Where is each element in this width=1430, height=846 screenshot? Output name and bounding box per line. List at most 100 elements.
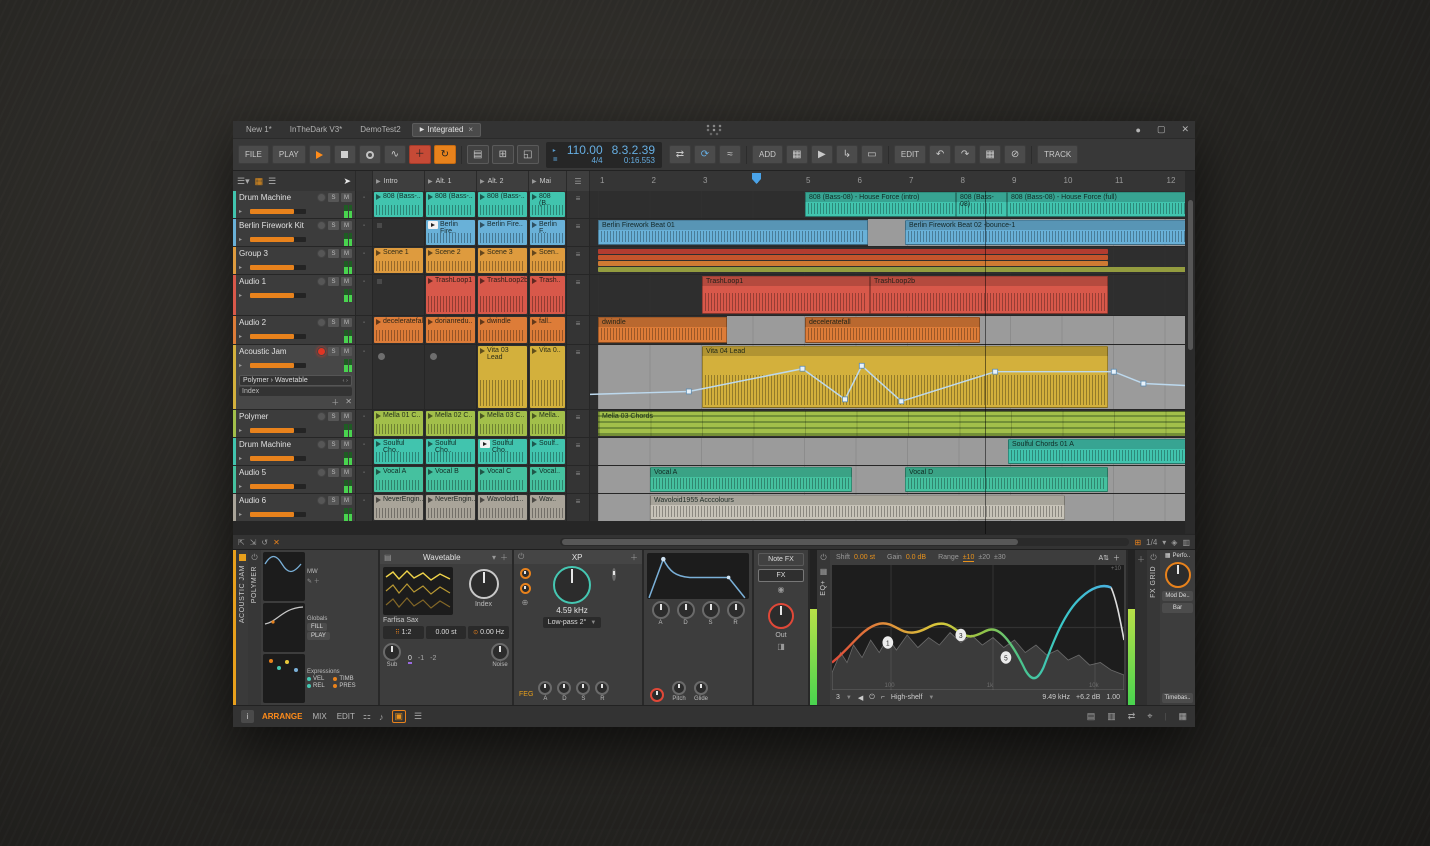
launcher-overdub-cell[interactable]: ≡ bbox=[567, 191, 589, 218]
resonance-knob[interactable] bbox=[612, 568, 616, 581]
launcher-cell[interactable]: Soulful Cho.. bbox=[477, 438, 528, 465]
automation-point[interactable] bbox=[800, 366, 805, 371]
record-arm-button[interactable] bbox=[317, 318, 326, 327]
band-q-value[interactable]: 1.00 bbox=[1106, 694, 1120, 701]
mute-button[interactable]: M bbox=[341, 277, 352, 286]
mute-button[interactable]: M bbox=[341, 221, 352, 230]
auto-zoom-icon[interactable]: ⊞ bbox=[1134, 538, 1141, 547]
arranger-lane[interactable]: dwindledeceleratefall bbox=[590, 316, 1185, 344]
arranger-lane[interactable] bbox=[590, 247, 1185, 274]
clip-stop-button[interactable]: ▪ bbox=[356, 345, 372, 409]
launcher-clip[interactable]: NeverEngin.. bbox=[374, 495, 423, 520]
launcher-cell[interactable]: Scene 1 bbox=[373, 247, 424, 274]
play-button[interactable] bbox=[309, 145, 331, 164]
wavetable-title[interactable]: Wavetable bbox=[396, 553, 488, 562]
arranger-clip[interactable]: Vocal D bbox=[905, 467, 1108, 492]
device-chain-selector[interactable]: Polymer › Wavetable‹ › bbox=[239, 375, 352, 386]
grid-caret-icon[interactable]: ▾ bbox=[1162, 538, 1166, 547]
arranger-clip[interactable]: deceleratefall bbox=[805, 317, 980, 343]
launcher-overdub-cell[interactable]: ≡ bbox=[567, 219, 589, 246]
launcher-cell[interactable]: Trash.. bbox=[529, 275, 566, 315]
track-name[interactable]: Audio 5 bbox=[239, 468, 315, 477]
clip-stop-button[interactable]: ▪ bbox=[356, 410, 372, 437]
footer-tab-arrange[interactable]: ARRANGE bbox=[262, 712, 302, 721]
solo-button[interactable]: S bbox=[328, 347, 339, 356]
freq-cell[interactable]: ⊙0.00 Hz bbox=[468, 626, 509, 639]
track-header[interactable]: Audio 5SM▸ bbox=[233, 466, 355, 493]
arranger-clip[interactable]: TrashLoop1 bbox=[702, 276, 870, 314]
collapse-tracks-icon[interactable]: ⇱ bbox=[238, 538, 245, 547]
launcher-cell[interactable] bbox=[373, 345, 424, 409]
solo-button[interactable]: S bbox=[328, 318, 339, 327]
launcher-clip[interactable]: Mella 02 C.. bbox=[426, 411, 475, 436]
feg-knob[interactable]: R bbox=[595, 681, 609, 702]
launcher-clip[interactable]: Berlin F.. bbox=[530, 220, 565, 245]
footer-tab-mix[interactable]: MIX bbox=[312, 712, 326, 721]
launcher-cell[interactable]: Berlin Fire.. bbox=[425, 219, 476, 246]
fxgrid-macro-button[interactable]: Bar bbox=[1162, 603, 1193, 613]
add-device-icon[interactable]: ＋ bbox=[331, 397, 339, 408]
launcher-cell[interactable]: Scene 2 bbox=[425, 247, 476, 274]
launcher-overdub-cell[interactable]: ≡ bbox=[567, 494, 589, 521]
clip-stop-button[interactable]: ▪ bbox=[356, 275, 372, 315]
launcher-cell[interactable]: TrashLoop2b bbox=[477, 275, 528, 315]
add-button[interactable]: ADD bbox=[752, 145, 783, 164]
clip-stop-button[interactable]: ▪ bbox=[356, 438, 372, 465]
launcher-clip[interactable]: dorianredu.. bbox=[426, 317, 475, 343]
visibility-icon[interactable]: ◉ bbox=[778, 585, 785, 594]
track-header[interactable]: Acoustic JamSM▸Polymer › Wavetable‹ ›Ind… bbox=[233, 345, 355, 409]
scene-play-icon[interactable]: ▶ bbox=[532, 178, 537, 185]
scene-header[interactable]: ▶Mai bbox=[529, 171, 566, 191]
group-lane-clip[interactable] bbox=[598, 255, 1108, 260]
eq-range-option[interactable]: ±10 bbox=[963, 554, 975, 562]
modulator-row-mw[interactable]: MW ✎ ＋ bbox=[263, 552, 376, 601]
punch-in-out-button[interactable]: ≈ bbox=[719, 145, 741, 164]
band-type-caret-icon[interactable]: ▼ bbox=[928, 695, 934, 701]
close-launcher-icon[interactable]: ✕ bbox=[273, 538, 280, 547]
record-arm-button[interactable] bbox=[317, 221, 326, 230]
octave-option[interactable]: 0 bbox=[408, 655, 412, 664]
eq-power-icon[interactable]: ⏻ bbox=[820, 553, 826, 563]
launcher-clip[interactable]: Vocal B bbox=[426, 467, 475, 492]
undo-button[interactable]: ↶ bbox=[929, 145, 951, 164]
eq-band-index[interactable]: 3 bbox=[836, 694, 840, 701]
arranger-clip[interactable]: Wavoloid1955 Acccolours bbox=[650, 495, 1065, 520]
scene-header[interactable]: ▶Alt. 2 bbox=[477, 171, 528, 191]
launcher-cell[interactable]: dorianredu.. bbox=[425, 316, 476, 344]
launcher-overdub-cell[interactable]: ≡ bbox=[567, 316, 589, 344]
track-name[interactable]: Audio 2 bbox=[239, 318, 315, 327]
track-header[interactable]: PolymerSM▸ bbox=[233, 410, 355, 437]
add-instrument-button[interactable]: ▦ bbox=[786, 145, 808, 164]
clip-stop-button[interactable]: ▪ bbox=[356, 494, 372, 521]
io-panel-icon[interactable]: ⚏ bbox=[363, 711, 371, 722]
track-header[interactable]: Berlin Firework KitSM▸ bbox=[233, 219, 355, 246]
group-lane-clip[interactable] bbox=[598, 249, 1108, 254]
launcher-clip[interactable]: Soulful Cho.. bbox=[426, 439, 475, 464]
automation-write-button[interactable]: ∿ bbox=[384, 145, 406, 164]
record-button[interactable] bbox=[359, 145, 381, 164]
launcher-clip[interactable]: dwindle bbox=[478, 317, 527, 343]
eq-add-band-icon[interactable]: ＋ bbox=[1113, 553, 1120, 563]
launcher-clip[interactable]: TrashLoop2b bbox=[478, 276, 527, 314]
env-mod-knob[interactable] bbox=[650, 688, 664, 702]
launcher-clip[interactable]: Trash.. bbox=[530, 276, 565, 314]
info-icon[interactable]: i bbox=[241, 710, 254, 723]
fill-button[interactable]: FILL bbox=[307, 623, 327, 631]
launcher-cell[interactable]: NeverEngin.. bbox=[373, 494, 424, 521]
automation-point[interactable] bbox=[1111, 369, 1116, 374]
feg-knob-dial[interactable] bbox=[576, 681, 590, 695]
loop-button[interactable]: ↻ bbox=[434, 145, 456, 164]
fxgrid-macro-knob[interactable] bbox=[1165, 562, 1191, 588]
group-lane-clip[interactable] bbox=[598, 261, 1108, 266]
maximize-button[interactable]: ▢ bbox=[1157, 124, 1166, 135]
note-indicator-icon[interactable]: ♪ bbox=[379, 712, 384, 722]
launcher-clip[interactable]: Mella 01 C.. bbox=[374, 411, 423, 436]
glide-knob[interactable] bbox=[694, 681, 708, 695]
track-name[interactable]: Acoustic Jam bbox=[239, 347, 315, 356]
inspector-panel-icon[interactable]: ▥ bbox=[1107, 711, 1116, 722]
arranger-loop-button[interactable]: ⟳ bbox=[694, 145, 716, 164]
launcher-clip[interactable]: Scene 2 bbox=[426, 248, 475, 273]
track-header[interactable]: Audio 1SM▸ bbox=[233, 275, 355, 315]
band-caret-icon[interactable]: ▼ bbox=[846, 695, 852, 701]
eq-sort-icon[interactable]: A⇅ bbox=[1098, 554, 1109, 562]
